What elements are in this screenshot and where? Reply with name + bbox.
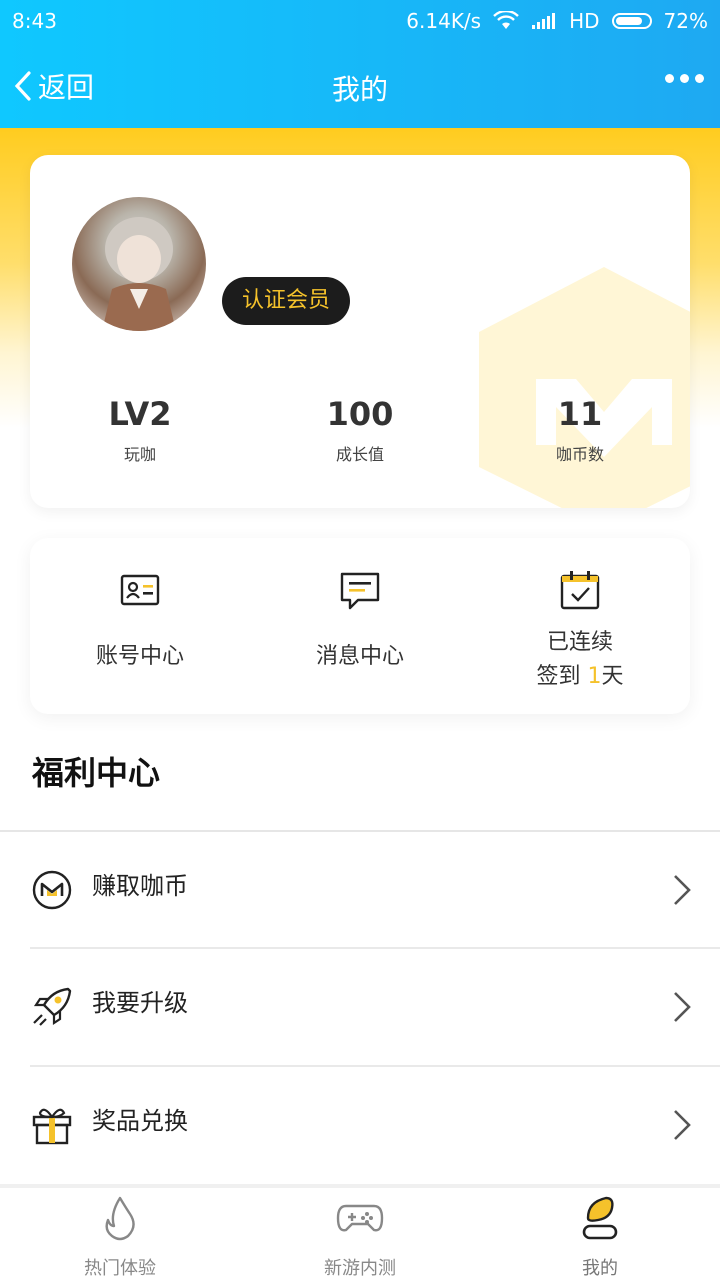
rocket-icon bbox=[33, 987, 72, 1026]
battery-icon bbox=[611, 13, 652, 29]
account-center-button[interactable]: 账号中心 bbox=[30, 568, 250, 674]
tab-label: 热门体验 bbox=[84, 1258, 156, 1279]
tab-label: 新游内测 bbox=[324, 1258, 396, 1279]
dot-icon bbox=[695, 74, 704, 83]
battery-level: 72% bbox=[663, 9, 708, 33]
prize-exchange-label: 奖品兑换 bbox=[92, 1107, 188, 1135]
network-speed: 6.14K/s bbox=[406, 9, 482, 33]
stat-coins: 11 咖币数 bbox=[470, 395, 690, 465]
checkin-days: 1 bbox=[587, 664, 602, 689]
id-card-icon bbox=[120, 574, 160, 606]
message-center-label: 消息中心 bbox=[315, 644, 404, 669]
stat-label: 成长值 bbox=[335, 445, 384, 464]
message-icon bbox=[340, 572, 380, 610]
coin-icon bbox=[32, 870, 72, 910]
stat-value: 11 bbox=[557, 395, 603, 433]
stat-label: 咖币数 bbox=[555, 445, 604, 464]
checkin-prefix: 签到 bbox=[536, 664, 588, 689]
stat-level: LV2 玩咖 bbox=[30, 395, 250, 465]
checkin-line2: 签到 1天 bbox=[470, 660, 690, 694]
level-up-item[interactable]: 我要升级 bbox=[30, 949, 720, 1065]
account-center-label: 账号中心 bbox=[95, 644, 184, 669]
calendar-check-icon bbox=[560, 571, 600, 610]
status-time: 8:43 bbox=[12, 9, 57, 33]
quick-actions-card: 账号中心 消息中心 已连续 签到 1天 bbox=[30, 538, 690, 714]
stat-growth: 100 成长值 bbox=[250, 395, 470, 465]
welfare-title: 福利中心 bbox=[32, 754, 161, 792]
checkin-text: 已连续 签到 1天 bbox=[470, 626, 690, 694]
checkin-line1: 已连续 bbox=[546, 630, 613, 655]
message-center-button[interactable]: 消息中心 bbox=[250, 568, 470, 674]
earn-coins-item[interactable]: 赚取咖币 bbox=[30, 832, 720, 948]
navigation-bar: 返回 我的 bbox=[0, 56, 720, 112]
profile-icon bbox=[582, 1196, 618, 1240]
page-title: 我的 bbox=[331, 73, 388, 106]
checkin-suffix: 天 bbox=[601, 664, 624, 689]
tab-beta[interactable]: 新游内测 bbox=[240, 1194, 480, 1280]
profile-card: 认证会员 LV2 玩咖 100 成长值 11 咖币数 bbox=[30, 155, 690, 508]
status-bar: 8:43 6.14K/s HD 72% bbox=[0, 0, 720, 42]
signal-icon bbox=[532, 13, 556, 29]
brand-watermark-icon bbox=[479, 267, 690, 508]
avatar-image bbox=[102, 217, 176, 331]
gamepad-icon bbox=[336, 1204, 384, 1232]
dot-icon bbox=[665, 74, 674, 83]
dot-icon bbox=[680, 74, 689, 83]
stat-value: LV2 bbox=[108, 395, 172, 433]
tab-mine[interactable]: 我的 bbox=[480, 1194, 720, 1280]
wifi-icon bbox=[493, 11, 519, 29]
prize-exchange-item[interactable]: 奖品兑换 bbox=[30, 1067, 720, 1183]
gift-icon bbox=[32, 1108, 72, 1145]
member-badge: 认证会员 bbox=[222, 277, 350, 325]
tab-label: 我的 bbox=[582, 1258, 618, 1279]
chevron-right-icon bbox=[674, 875, 691, 905]
bottom-tab-bar: 热门体验 新游内测 我的 bbox=[0, 1184, 720, 1284]
level-up-label: 我要升级 bbox=[92, 989, 188, 1017]
more-options-button[interactable] bbox=[665, 74, 704, 83]
stat-label: 玩咖 bbox=[123, 445, 156, 464]
stat-value: 100 bbox=[326, 395, 394, 433]
checkin-button[interactable]: 已连续 签到 1天 bbox=[470, 568, 690, 694]
chevron-right-icon bbox=[674, 992, 691, 1022]
flame-icon bbox=[105, 1196, 135, 1241]
network-type: HD bbox=[569, 9, 600, 33]
earn-coins-label: 赚取咖币 bbox=[92, 872, 188, 900]
tab-hot[interactable]: 热门体验 bbox=[0, 1194, 240, 1280]
chevron-right-icon bbox=[674, 1110, 691, 1140]
avatar[interactable] bbox=[72, 197, 206, 331]
